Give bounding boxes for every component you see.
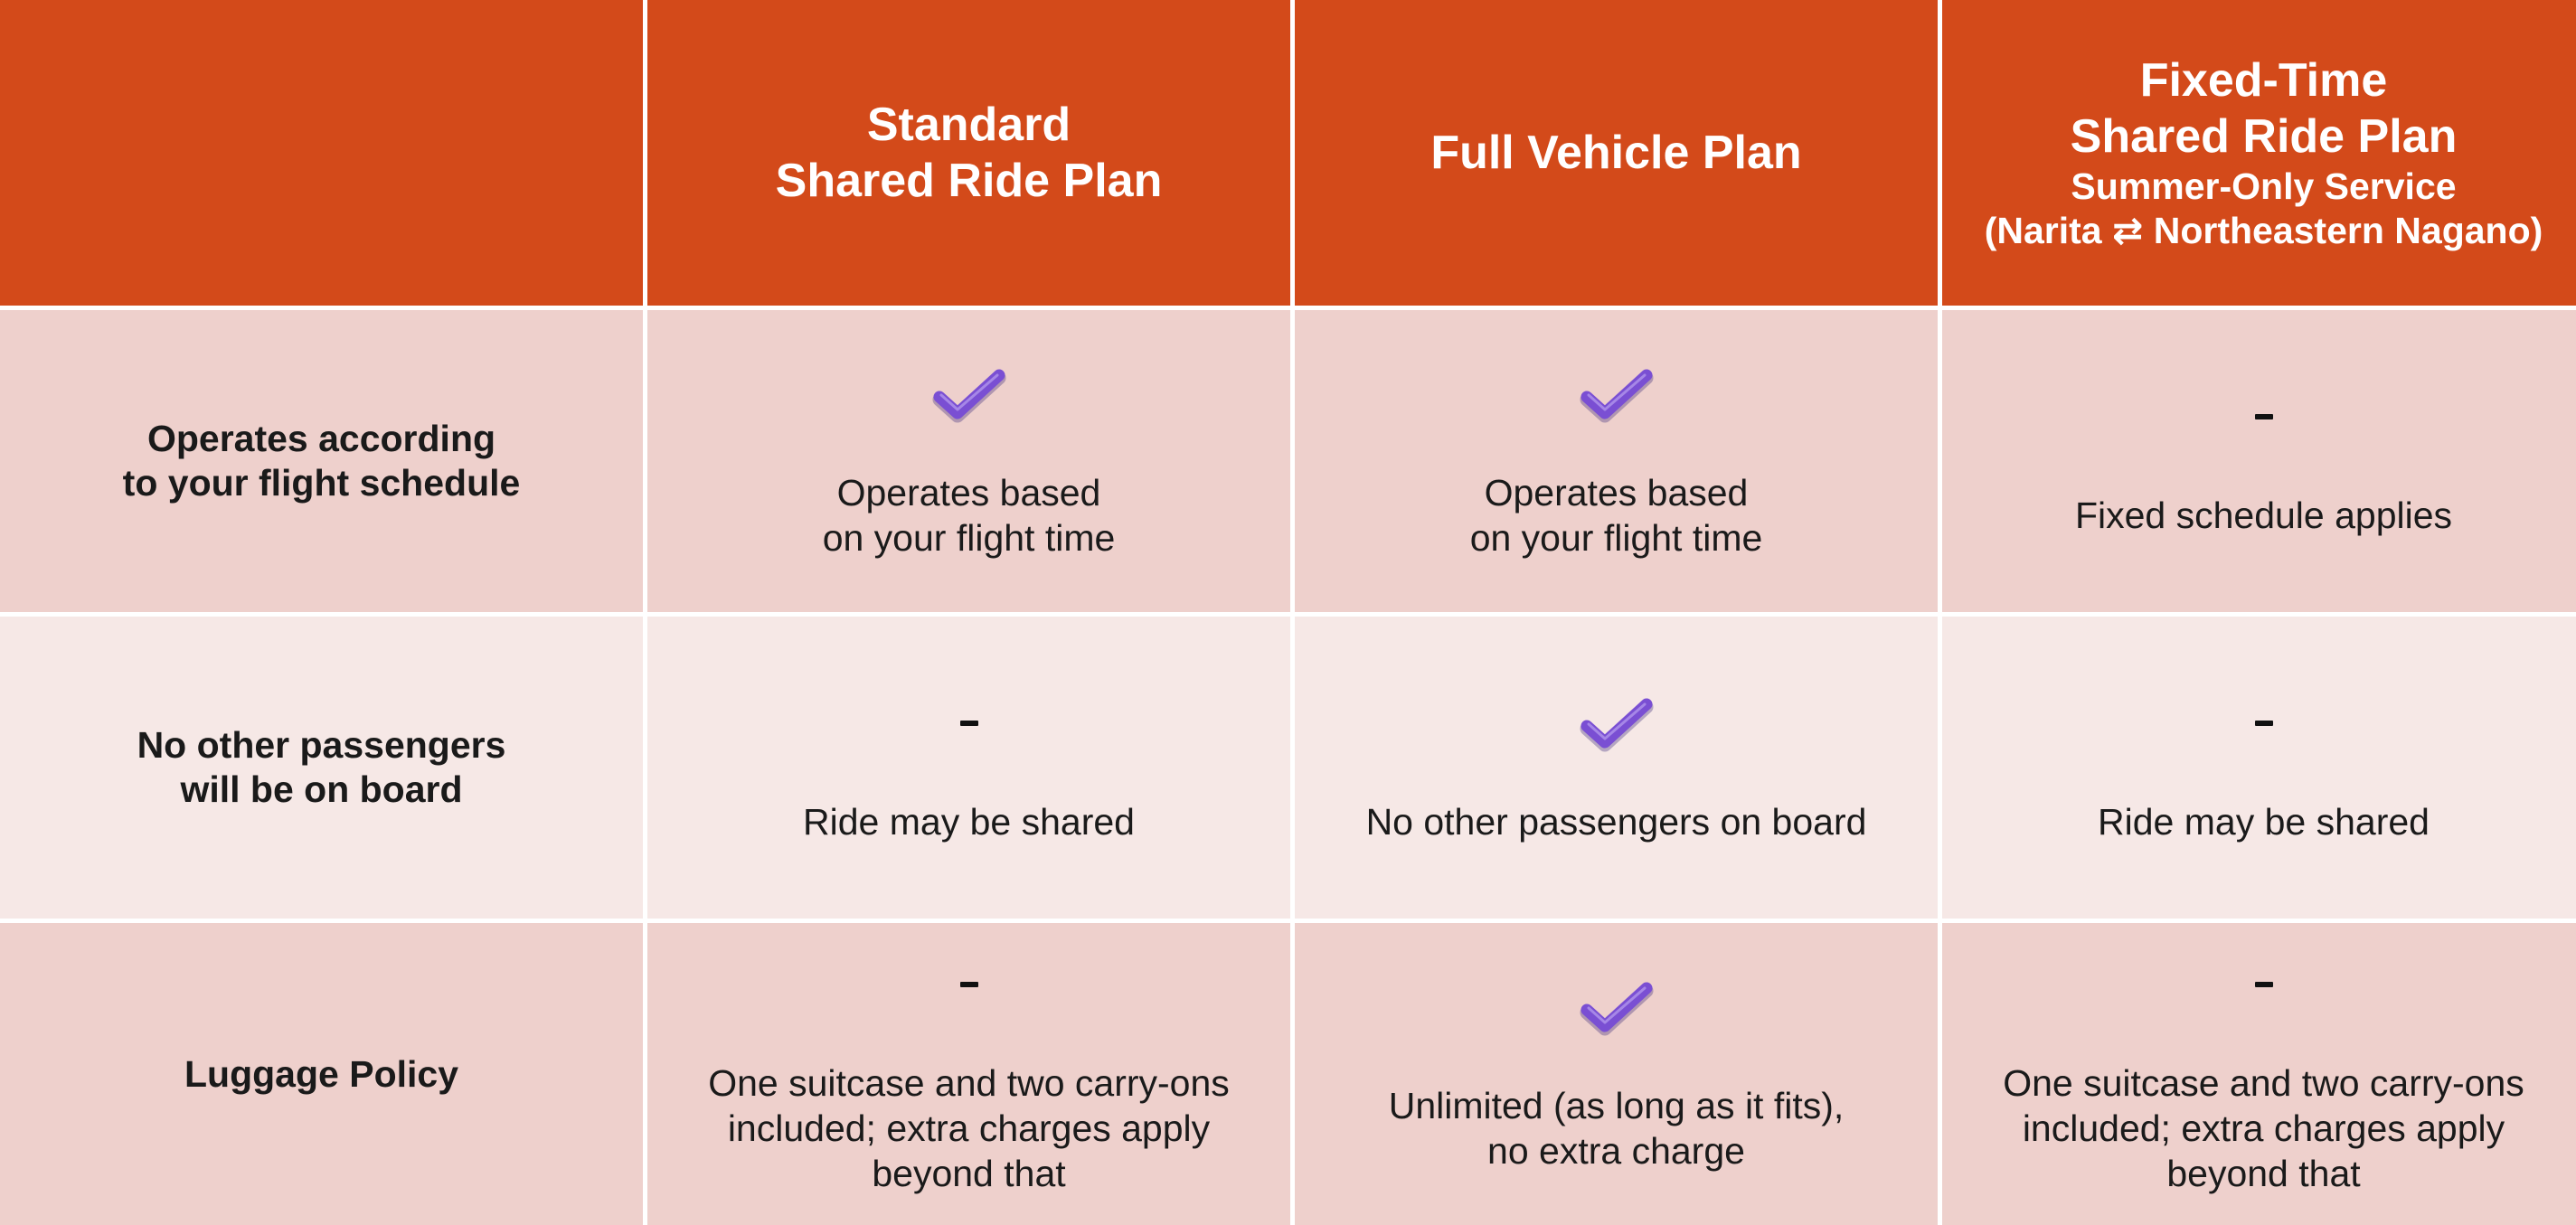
- mark-slot: [959, 952, 978, 1017]
- cell-description: No other passengers on board: [1365, 801, 1867, 843]
- check-icon: [1580, 698, 1653, 752]
- cell-description: Operates based on your flight time: [1469, 472, 1763, 559]
- check-icon: [1580, 369, 1653, 423]
- dash-icon: [959, 721, 978, 726]
- mark-slot: [929, 362, 1010, 427]
- row-label: No other passengers will be on board: [137, 724, 506, 810]
- check-icon: [1580, 982, 1653, 1036]
- table-cell: Operates based on your flight time: [1295, 310, 1938, 612]
- row-label: Luggage Policy: [184, 1052, 458, 1095]
- table-cell: Fixed schedule applies: [1942, 310, 2576, 612]
- mark-slot: [959, 691, 978, 756]
- cell-description: Fixed schedule applies: [2074, 495, 2453, 536]
- table-cell: Operates based on your flight time: [647, 310, 1290, 612]
- header-fixed-time-shared-ride-plan: Fixed-Time Shared Ride Plan Summer-Only …: [1942, 0, 2576, 306]
- cell-description: Ride may be shared: [2098, 801, 2430, 843]
- table-cell: One suitcase and two carry-ons included;…: [647, 923, 1290, 1225]
- table-cell: One suitcase and two carry-ons included;…: [1942, 923, 2576, 1225]
- comparison-table: Standard Shared Ride Plan Full Vehicle P…: [0, 0, 2576, 1225]
- mark-slot: [1576, 691, 1657, 756]
- column-title: Standard Shared Ride Plan: [775, 99, 1163, 207]
- row-label: Operates according to your flight schedu…: [122, 418, 521, 504]
- dash-icon: [2254, 414, 2273, 419]
- dash-icon: [959, 982, 978, 987]
- row-label-cell: No other passengers will be on board: [0, 617, 643, 919]
- cell-description: Ride may be shared: [803, 801, 1135, 843]
- row-label-cell: Luggage Policy: [0, 923, 643, 1225]
- row-label-cell: Operates according to your flight schedu…: [0, 310, 643, 612]
- mark-slot: [2254, 384, 2273, 449]
- column-title: Fixed-Time Shared Ride Plan: [2070, 54, 2458, 163]
- table-cell: No other passengers on board: [1295, 617, 1938, 919]
- table-cell: Ride may be shared: [647, 617, 1290, 919]
- check-icon: [932, 369, 1005, 423]
- header-full-vehicle-plan: Full Vehicle Plan: [1295, 0, 1938, 306]
- cell-description: One suitcase and two carry-ons included;…: [2003, 1062, 2524, 1194]
- table-cell: Unlimited (as long as it fits), no extra…: [1295, 923, 1938, 1225]
- mark-slot: [1576, 975, 1657, 1040]
- cell-description: Operates based on your flight time: [822, 472, 1116, 559]
- header-corner-cell: [0, 0, 643, 306]
- cell-description: One suitcase and two carry-ons included;…: [708, 1062, 1230, 1194]
- table-cell: Ride may be shared: [1942, 617, 2576, 919]
- column-title: Full Vehicle Plan: [1430, 127, 1802, 179]
- mark-slot: [2254, 952, 2273, 1017]
- dash-icon: [2254, 982, 2273, 987]
- dash-icon: [2254, 721, 2273, 726]
- cell-description: Unlimited (as long as it fits), no extra…: [1388, 1085, 1845, 1172]
- header-standard-shared-ride-plan: Standard Shared Ride Plan: [647, 0, 1290, 306]
- column-subtitle: Summer-Only Service (Narita ⇄ Northeaste…: [1984, 165, 2543, 251]
- mark-slot: [2254, 691, 2273, 756]
- mark-slot: [1576, 362, 1657, 427]
